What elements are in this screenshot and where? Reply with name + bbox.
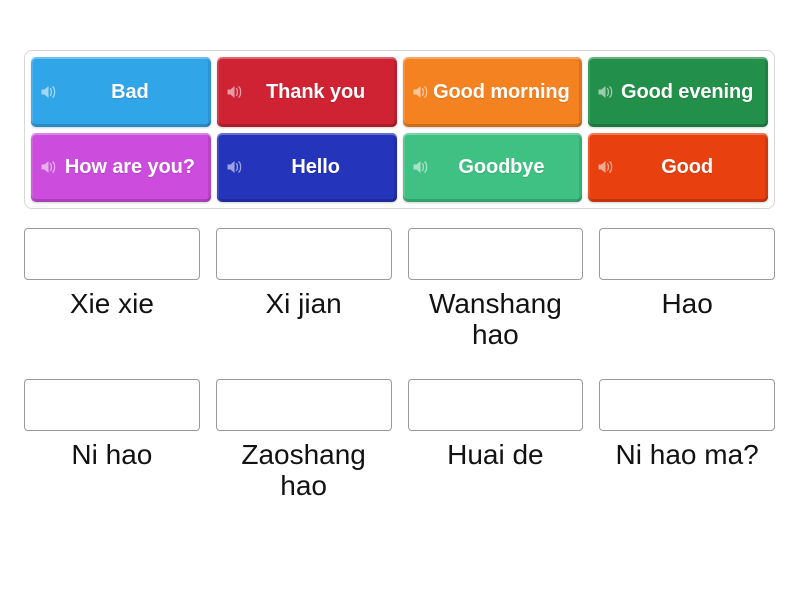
draggable-tile[interactable]: Bad xyxy=(31,57,211,127)
draggable-tile[interactable]: Good evening xyxy=(588,57,768,127)
prompt-label: Ni hao xyxy=(71,438,153,470)
drop-zone[interactable] xyxy=(215,378,392,431)
answer-cell: Xi jian xyxy=(215,228,392,351)
tile-row: How are you? Hello Goodbye Good xyxy=(31,132,768,202)
draggable-tile[interactable]: Good morning xyxy=(402,57,583,127)
drop-zone[interactable] xyxy=(599,228,775,280)
answer-cell: Zaoshang hao xyxy=(215,378,392,502)
draggable-tile[interactable]: How are you? xyxy=(31,132,211,202)
prompt-label: Ni hao ma? xyxy=(615,438,759,470)
tile-label: Thank you xyxy=(266,80,366,103)
tile-label: Good xyxy=(661,156,714,179)
prompt-label: Xi jian xyxy=(265,288,342,319)
tile-label: Bad xyxy=(111,80,149,103)
answer-cell: Ni hao ma? xyxy=(599,378,775,502)
answer-row: Xie xie Xi jian Wanshang hao Hao xyxy=(24,228,775,351)
draggable-tile[interactable]: Good xyxy=(588,132,768,202)
tile-label: Goodbye xyxy=(458,156,545,179)
draggable-tile[interactable]: Goodbye xyxy=(402,132,583,202)
prompt-label: Xie xie xyxy=(69,288,154,319)
tile-label: How are you? xyxy=(64,156,195,179)
tile-label: Good morning xyxy=(433,80,570,103)
drop-zone[interactable] xyxy=(215,228,392,280)
prompt-label: Zaoshang hao xyxy=(241,438,366,502)
tile-label: Hello xyxy=(291,156,340,179)
draggable-tile[interactable]: Hello xyxy=(216,132,397,202)
answer-cell: Ni hao xyxy=(24,378,200,502)
tile-row: Bad Thank you Good morning Good evening xyxy=(31,57,768,127)
draggable-tile[interactable]: Thank you xyxy=(216,57,397,127)
answer-grid: Xie xie Xi jian Wanshang hao Hao Ni hao xyxy=(24,228,775,501)
answer-cell: Huai de xyxy=(407,378,584,502)
answer-row: Ni hao Zaoshang hao Huai de Ni hao ma? xyxy=(24,378,775,502)
answer-cell: Wanshang hao xyxy=(407,228,584,351)
drop-zone[interactable] xyxy=(24,378,200,431)
answer-cell: Hao xyxy=(599,228,775,351)
drop-zone[interactable] xyxy=(24,228,200,280)
prompt-label: Wanshang hao xyxy=(428,288,562,351)
drop-zone[interactable] xyxy=(407,378,584,431)
activity-page: Bad Thank you Good morning Good evening xyxy=(0,0,800,600)
tile-label: Good evening xyxy=(621,80,754,103)
prompt-label: Hao xyxy=(661,288,713,319)
prompt-label: Huai de xyxy=(447,438,544,470)
drop-zone[interactable] xyxy=(599,378,775,431)
answer-cell: Xie xie xyxy=(24,228,200,351)
drop-zone[interactable] xyxy=(407,228,584,280)
tile-bank: Bad Thank you Good morning Good evening xyxy=(24,50,775,209)
